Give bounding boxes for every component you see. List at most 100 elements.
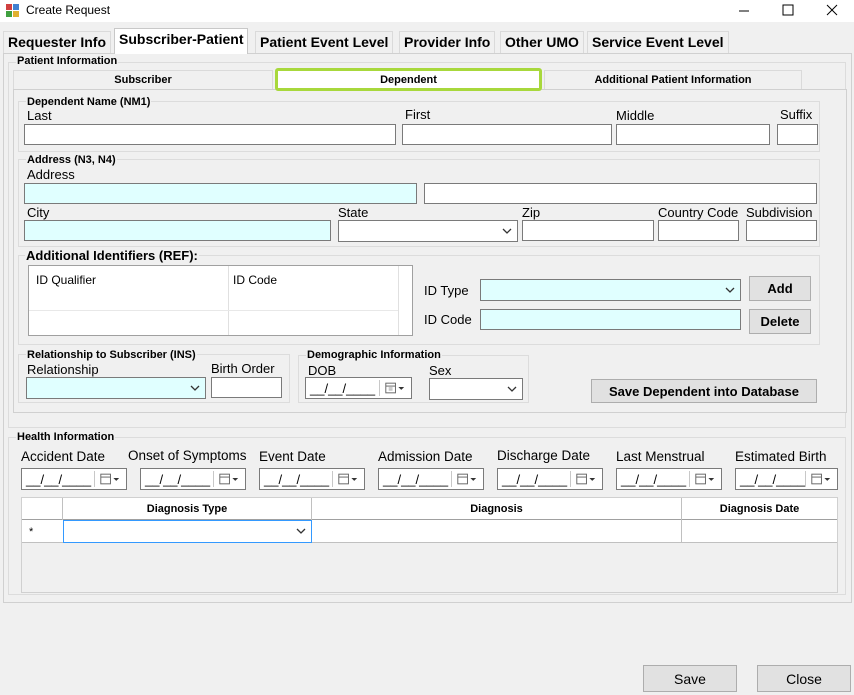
diagnosis-type-column[interactable]: Diagnosis Type: [63, 498, 312, 520]
identifiers-grid[interactable]: ID Qualifier ID Code: [28, 265, 413, 336]
last-name-label: Last: [27, 108, 52, 123]
calendar-icon[interactable]: [570, 471, 600, 487]
birth-order-input[interactable]: [211, 377, 282, 398]
tab-requester-info[interactable]: Requester Info: [3, 31, 112, 53]
relationship-select[interactable]: [26, 377, 206, 399]
state-select[interactable]: [338, 220, 518, 242]
country-code-input[interactable]: [658, 220, 739, 241]
onset-of-symptoms-label: Onset of Symptoms: [128, 448, 247, 463]
dob-value: __/__/____: [310, 381, 376, 396]
chevron-down-icon: [507, 386, 517, 392]
middle-name-label: Middle: [616, 108, 655, 123]
diagnosis-cell[interactable]: [312, 520, 682, 543]
admission-date-label: Admission Date: [378, 449, 473, 464]
tab-service-event-level[interactable]: Service Event Level: [587, 31, 729, 53]
health-information-title: Health Information: [16, 431, 116, 443]
id-code-input[interactable]: [480, 309, 741, 330]
identifiers-grid-divider: [228, 266, 229, 335]
calendar-icon[interactable]: [805, 471, 835, 487]
relationship-title: Relationship to Subscriber (INS): [26, 349, 197, 361]
subtab-subscriber[interactable]: Subscriber: [13, 70, 273, 89]
relationship-label: Relationship: [27, 362, 99, 377]
close-window-button[interactable]: [810, 0, 854, 22]
dependent-name-title: Dependent Name (NM1): [26, 96, 152, 108]
diagnosis-grid[interactable]: Diagnosis Type Diagnosis Diagnosis Date …: [21, 497, 838, 593]
tab-patient-event-level[interactable]: Patient Event Level: [255, 31, 394, 53]
id-qualifier-column: ID Qualifier: [36, 273, 97, 287]
accident-date-picker[interactable]: __/__/____: [21, 468, 127, 490]
title-bar: Create Request: [0, 0, 854, 22]
maximize-button[interactable]: [766, 0, 810, 22]
identifiers-grid-scrollbar[interactable]: [398, 266, 412, 335]
calendar-icon[interactable]: [332, 471, 362, 487]
address-line1-input[interactable]: [24, 183, 417, 204]
event-date-picker[interactable]: __/__/____: [259, 468, 365, 490]
id-type-label: ID Type: [424, 283, 469, 298]
subtab-dependent[interactable]: Dependent: [275, 68, 542, 91]
save-dependent-button[interactable]: Save Dependent into Database: [591, 379, 817, 403]
subdivision-label: Subdivision: [746, 205, 813, 220]
delete-identifier-button[interactable]: Delete: [749, 309, 811, 334]
calendar-icon[interactable]: [379, 380, 409, 396]
calendar-icon[interactable]: [451, 471, 481, 487]
add-identifier-button[interactable]: Add: [749, 276, 811, 301]
diagnosis-column[interactable]: Diagnosis: [312, 498, 682, 520]
last-menstrual-value: __/__/____: [621, 472, 687, 487]
calendar-icon[interactable]: [689, 471, 719, 487]
dob-date-picker[interactable]: __/__/____: [305, 377, 412, 399]
chevron-down-icon: [502, 228, 512, 234]
discharge-date-label: Discharge Date: [497, 448, 591, 463]
close-button[interactable]: Close: [757, 665, 851, 692]
address-title: Address (N3, N4): [26, 154, 117, 166]
zip-label: Zip: [522, 205, 541, 220]
subtab-additional-patient-information[interactable]: Additional Patient Information: [544, 70, 802, 89]
sex-label: Sex: [429, 363, 452, 378]
minimize-button[interactable]: [722, 0, 766, 22]
last-name-input[interactable]: [24, 124, 396, 145]
chevron-down-icon: [190, 385, 200, 391]
suffix-label: Suffix: [780, 107, 813, 122]
accident-date-label: Accident Date: [21, 449, 106, 464]
suffix-input[interactable]: [777, 124, 818, 145]
new-row-marker: *: [29, 526, 34, 538]
id-type-select[interactable]: [480, 279, 741, 301]
tab-other-umo[interactable]: Other UMO: [500, 31, 584, 53]
last-menstrual-date-picker[interactable]: __/__/____: [616, 468, 722, 490]
admission-date-picker[interactable]: __/__/____: [378, 468, 484, 490]
patient-information-title: Patient Information: [16, 55, 119, 67]
country-code-label: Country Code: [658, 205, 739, 220]
city-input[interactable]: [24, 220, 331, 241]
chevron-down-icon: [296, 528, 306, 534]
tab-provider-info[interactable]: Provider Info: [399, 31, 496, 53]
subdivision-input[interactable]: [746, 220, 817, 241]
diagnosis-type-select[interactable]: [63, 520, 312, 543]
estimated-birth-label: Estimated Birth: [735, 449, 827, 464]
address-label: Address: [27, 167, 75, 182]
middle-name-input[interactable]: [616, 124, 770, 145]
sex-select[interactable]: [429, 378, 523, 400]
id-code-label: ID Code: [424, 312, 472, 327]
admission-date-value: __/__/____: [383, 472, 449, 487]
dob-label: DOB: [308, 363, 337, 378]
calendar-icon[interactable]: [94, 471, 124, 487]
onset-of-symptoms-value: __/__/____: [145, 472, 211, 487]
app-icon: [6, 4, 20, 17]
discharge-date-picker[interactable]: __/__/____: [497, 468, 603, 490]
state-label: State: [338, 205, 369, 220]
estimated-birth-date-picker[interactable]: __/__/____: [735, 468, 838, 490]
window-title: Create Request: [26, 3, 111, 17]
first-name-label: First: [405, 107, 431, 122]
first-name-input[interactable]: [402, 124, 612, 145]
event-date-value: __/__/____: [264, 472, 330, 487]
diagnosis-date-column[interactable]: Diagnosis Date: [682, 498, 837, 520]
city-label: City: [27, 205, 50, 220]
address-line2-input[interactable]: [424, 183, 817, 204]
tab-subscriber-patient[interactable]: Subscriber-Patient: [114, 28, 249, 54]
demographic-title: Demographic Information: [306, 349, 442, 361]
zip-input[interactable]: [522, 220, 654, 241]
birth-order-label: Birth Order: [211, 361, 275, 376]
diagnosis-date-cell[interactable]: [682, 520, 837, 543]
calendar-icon[interactable]: [213, 471, 243, 487]
onset-of-symptoms-date-picker[interactable]: __/__/____: [140, 468, 246, 490]
save-button[interactable]: Save: [643, 665, 737, 692]
